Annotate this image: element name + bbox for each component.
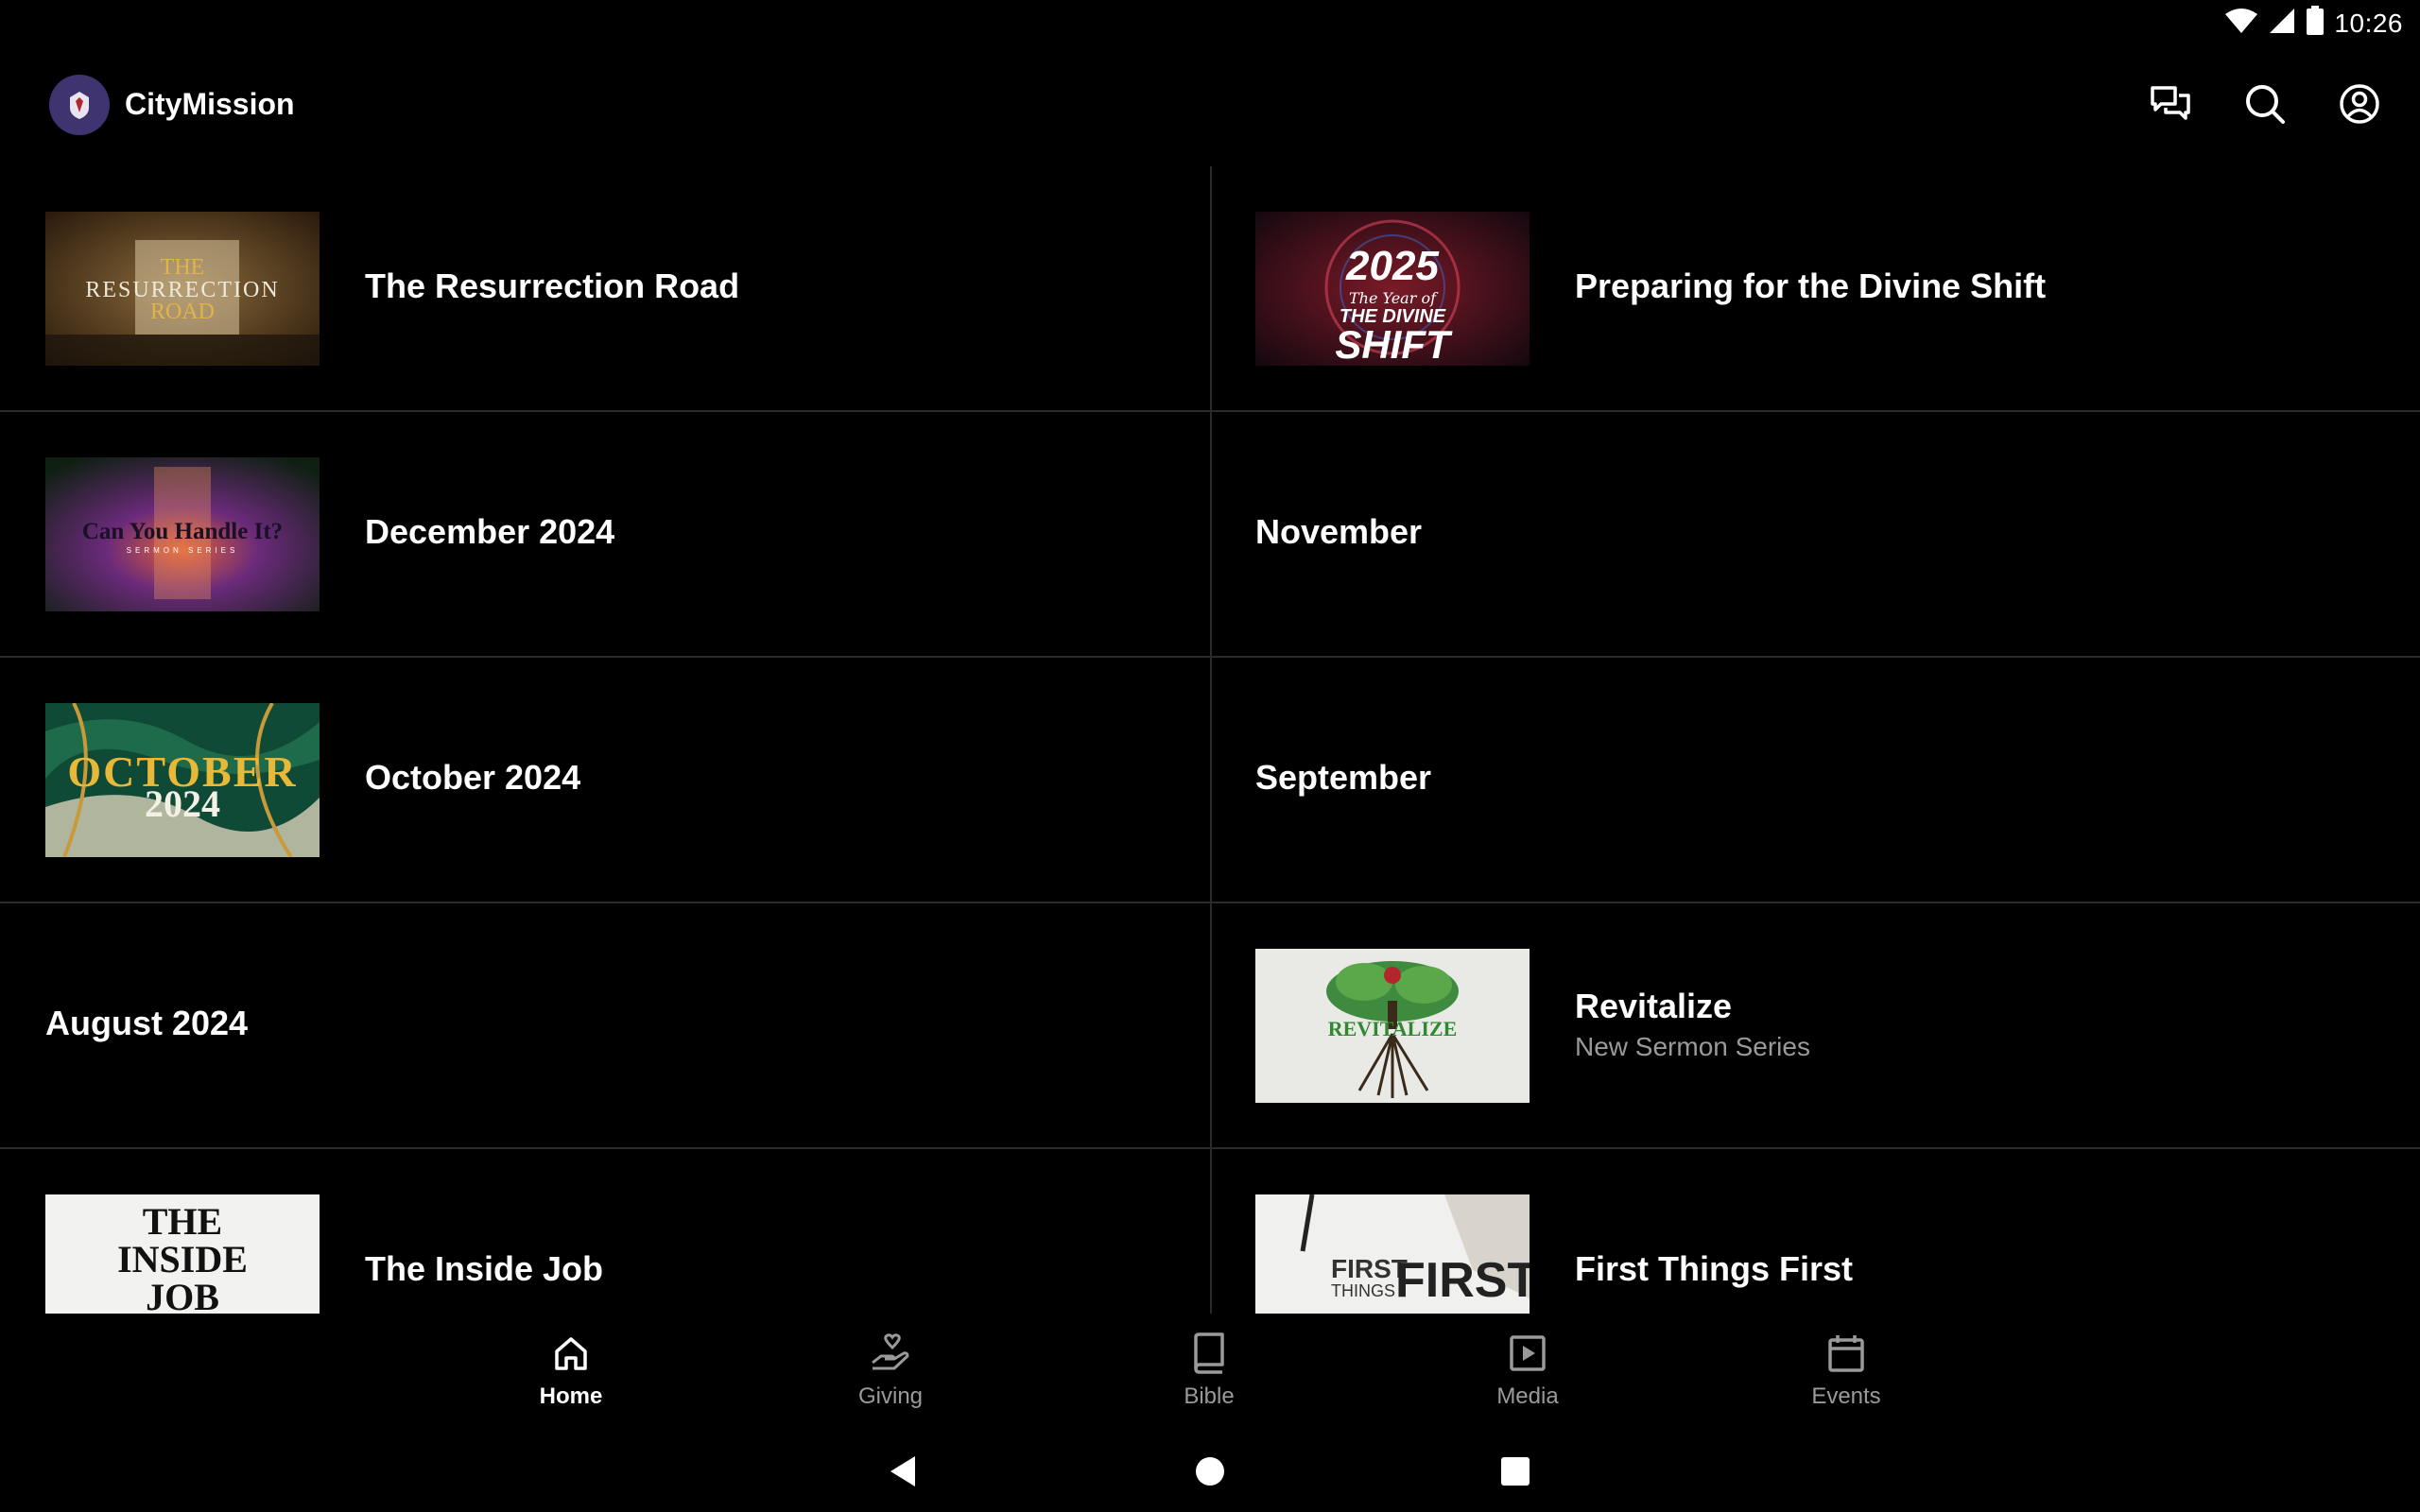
nav-home[interactable]: Home [476, 1329, 666, 1410]
account-button[interactable] [2333, 77, 2386, 130]
thumb-text: JOB [146, 1276, 219, 1314]
list-item-inside-job[interactable]: THE INSIDE JOB The Inside Job [0, 1149, 1210, 1314]
list-item-september[interactable]: September [1212, 658, 2420, 902]
giving-icon [796, 1329, 985, 1378]
list-item-august-2024[interactable]: August 2024 [0, 903, 1210, 1147]
item-subtitle: New Sermon Series [1575, 1032, 1810, 1061]
cell-signal-icon [2268, 7, 2296, 40]
recents-square-icon [1501, 1457, 1530, 1486]
status-time: 10:26 [2334, 8, 2403, 38]
home-circle-icon [1196, 1457, 1224, 1486]
thumb-text: THINGS [1331, 1281, 1395, 1300]
list-item-divine-shift[interactable]: 2025 The Year of THE DIVINE SHIFT Prepar… [1212, 166, 2420, 410]
thumb-text: REVITALIZE [1328, 1017, 1458, 1040]
item-title: August 2024 [45, 1004, 249, 1042]
account-icon [2340, 84, 2379, 124]
item-title: First Things First [1575, 1249, 1854, 1288]
search-icon [2246, 85, 2285, 124]
app-title: CityMission [125, 87, 295, 121]
list-item-november[interactable]: November [1212, 412, 2420, 656]
nav-label: Giving [857, 1383, 924, 1409]
home-system-button[interactable] [1186, 1448, 1234, 1495]
list-item-october-2024[interactable]: OCTOBER 2024 October 2024 [0, 658, 1210, 902]
church-logo-icon [70, 92, 89, 119]
item-title: Preparing for the Divine Shift [1575, 266, 2047, 305]
battery-icon [2306, 6, 2325, 41]
thumb-text: THE [143, 1200, 222, 1243]
calendar-icon [1752, 1329, 1941, 1378]
nav-label: Events [1811, 1383, 1881, 1409]
app-bar: CityMission [0, 49, 2420, 164]
thumb-text: The Year of [1349, 289, 1439, 307]
thumb-text: THE [161, 255, 205, 280]
recents-button[interactable] [1492, 1448, 1539, 1495]
item-title: November [1255, 512, 1423, 551]
list-item-first-things-first[interactable]: FIRST THINGS FIRST First Things First [1212, 1149, 2420, 1314]
list-item-resurrection-road[interactable]: THE RESURRECTION ROAD The Resurrection R… [0, 166, 1210, 410]
app-logo[interactable] [49, 75, 110, 135]
app-actions [2144, 77, 2386, 130]
wifi-icon [2224, 7, 2258, 40]
thumbnail-first-things-first: FIRST THINGS FIRST [1255, 1194, 1530, 1314]
list-item-december-2024[interactable]: Can You Handle It? SERMON SERIES Decembe… [0, 412, 1210, 656]
item-title: The Resurrection Road [365, 266, 740, 305]
back-button[interactable] [879, 1448, 926, 1495]
thumbnail-revitalize: REVITALIZE [1255, 949, 1530, 1103]
nav-label: Bible [1184, 1383, 1235, 1409]
thumb-text: FIRST [1395, 1253, 1530, 1308]
thumbnail-resurrection-road: THE RESURRECTION ROAD [45, 212, 320, 366]
home-icon [476, 1329, 666, 1378]
chat-icon [2151, 86, 2190, 120]
nav-events[interactable]: Events [1752, 1329, 1941, 1410]
nav-media[interactable]: Media [1433, 1329, 1622, 1410]
thumbnail-inside-job: THE INSIDE JOB [45, 1194, 320, 1314]
thumb-text: 2025 [1345, 243, 1439, 289]
item-title: The Inside Job [365, 1249, 604, 1288]
chat-button[interactable] [2144, 77, 2197, 130]
thumbnail-divine-shift: 2025 The Year of THE DIVINE SHIFT [1255, 212, 1530, 366]
thumb-text: SERMON SERIES [127, 546, 239, 555]
nav-label: Media [1496, 1383, 1559, 1409]
bible-icon [1115, 1329, 1304, 1378]
back-triangle-icon [890, 1456, 915, 1486]
column-divider [1210, 166, 1212, 1314]
thumb-text: ROAD [150, 300, 215, 324]
list-item-revitalize[interactable]: REVITALIZE Revitalize New Sermon Series [1212, 903, 2420, 1147]
search-button[interactable] [2238, 77, 2291, 130]
thumb-text: SHIFT [1335, 322, 1453, 366]
status-bar: 10:26 [0, 0, 2420, 49]
thumb-text: INSIDE [117, 1238, 248, 1280]
bottom-nav: Home Giving Bible Media Events [0, 1314, 2420, 1427]
nav-label: Home [539, 1383, 603, 1409]
nav-bible[interactable]: Bible [1115, 1329, 1304, 1410]
thumbnail-october-2024: OCTOBER 2024 [45, 703, 320, 857]
nav-giving[interactable]: Giving [796, 1329, 985, 1410]
thumb-text: Can You Handle It? [82, 519, 283, 544]
item-title: October 2024 [365, 758, 581, 797]
thumb-text: 2024 [145, 782, 220, 825]
thumbnail-december-2024: Can You Handle It? SERMON SERIES [45, 457, 320, 611]
item-title: Revitalize [1575, 987, 1733, 1025]
item-title: December 2024 [365, 512, 615, 551]
content-grid: THE RESURRECTION ROAD The Resurrection R… [0, 166, 2420, 1314]
system-nav-bar [0, 1427, 2420, 1512]
media-icon [1433, 1329, 1622, 1378]
item-title: September [1255, 758, 1432, 797]
status-icons: 10:26 [2224, 6, 2403, 41]
